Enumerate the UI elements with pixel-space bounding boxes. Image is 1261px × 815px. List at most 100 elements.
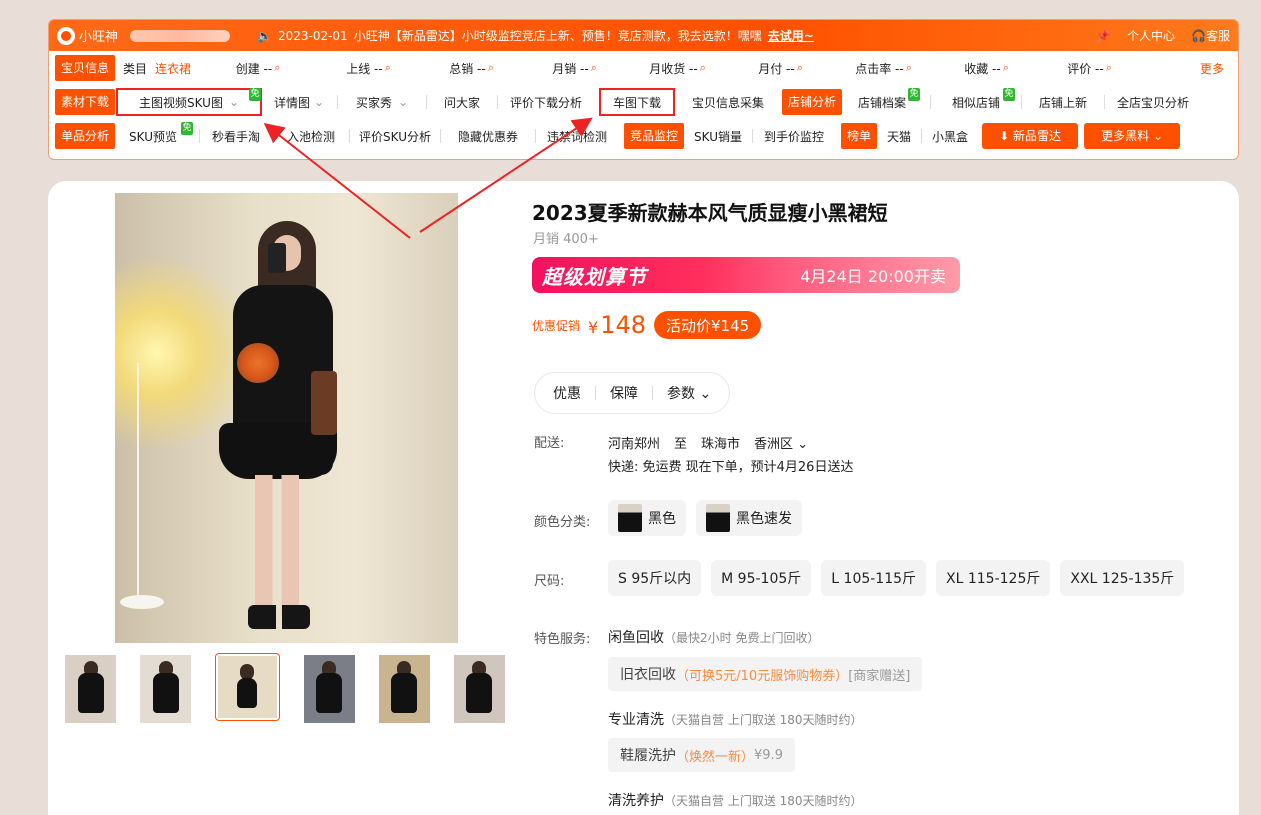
toolbar-row-single: 单品分析 SKU预览免 秒看手淘 入池检测 评价SKU分析 隐藏优惠券 违禁词检… [49,119,1238,153]
customer-service-link[interactable]: 🎧客服 [1191,27,1230,44]
pool-check-link[interactable]: 入池检测 [273,123,349,149]
price-value: ¥148 [588,311,647,339]
stat-online[interactable]: 上线 -- ⌕ [317,55,420,81]
size-option[interactable]: L 105-115斤 [821,560,927,596]
new-product-radar-button[interactable]: ⬇ 新品雷达 [982,123,1079,149]
free-badge: 免 [249,88,262,101]
tab-discount[interactable]: 优惠 [553,383,581,403]
all-items-analysis-link[interactable]: 全店宝贝分析 [1105,89,1201,115]
chevron-down-icon: ⌄ [228,95,240,109]
thumbnail-active[interactable] [215,653,280,721]
plugin-toolbar: 小旺神 🔈 2023-02-01 小旺神【新品雷达】小时级监控竞店上新、预售！竞… [48,19,1239,160]
delivery-to-word: 至 [674,437,688,452]
search-icon: ⌕ [1002,61,1009,74]
personal-center-link[interactable]: 个人中心 [1127,27,1175,44]
thumbnail[interactable] [453,655,506,723]
stat-monthly-paid[interactable]: 月付 -- ⌕ [729,55,832,81]
tab-params[interactable]: 参数 ⌄ [667,383,711,403]
promo-banner-time: 4月24日 20:00开卖 [800,267,946,286]
stat-monthly-sales[interactable]: 月销 -- ⌕ [523,55,626,81]
tmall-rank-link[interactable]: 天猫 [877,123,921,149]
thumbnail[interactable] [140,655,192,723]
size-option[interactable]: S 95斤以内 [608,560,702,596]
chevron-down-icon: ⌄ [313,95,325,109]
delivery-estimate: 快递: 免运费 现在下单，预计4月26日送达 [608,460,854,475]
delivery-label: 配送: [534,436,565,451]
speaker-icon: 🔈 [257,28,272,43]
brand-logo[interactable]: 小旺神 [57,26,257,45]
notice-text: 小旺神【新品雷达】小时级监控竞店上新、预售！竞店测款，我去选款！嘿嘿 [353,29,762,43]
free-badge: 免 [1003,88,1016,101]
service-recycle-title: 闲鱼回收（最快2小时 免费上门回收） [608,630,820,646]
row-label-monitor: 竞品监控 [624,123,685,149]
search-icon: ⌕ [796,61,803,74]
main-product-image[interactable] [115,193,458,643]
more-info-button[interactable]: 更多黑料 ⌄ [1084,123,1181,149]
radar-icon: ⬇ [999,129,1010,143]
size-option[interactable]: XL 115-125斤 [936,560,1051,596]
toolbar-header: 小旺神 🔈 2023-02-01 小旺神【新品雷达】小时级监控竞店上新、预售！竞… [49,20,1238,51]
size-option[interactable]: XXL 125-135斤 [1060,560,1185,596]
search-icon: ⌕ [487,61,494,74]
delivery-info: 河南郑州 至 珠海市 香洲区 ⌄ [608,433,808,452]
sku-sales-link[interactable]: SKU销量 [684,123,752,149]
main-image-video-sku-dropdown[interactable]: 主图视频SKU图 ⌄ 免 [116,88,263,116]
delivery-from: 河南郑州 [608,437,661,452]
banned-words-link[interactable]: 违禁词检测 [536,123,618,149]
chevron-down-icon: ⌄ [699,386,712,402]
thumbnail[interactable] [303,655,355,723]
review-sku-analysis-link[interactable]: 评价SKU分析 [350,123,440,149]
row-label-shop: 店铺分析 [782,89,843,115]
info-tabs: 优惠 保障 参数 ⌄ [534,372,731,414]
delivery-district[interactable]: 香洲区 ⌄ [754,433,808,452]
thumbnail-strip [65,653,506,725]
color-label: 颜色分类: [534,515,591,530]
chevron-down-icon: ⌄ [397,95,409,109]
stat-monthly-received[interactable]: 月收货 -- ⌕ [626,55,729,81]
thumbnail[interactable] [65,655,117,723]
stat-ctr[interactable]: 点击率 -- ⌕ [832,55,935,81]
black-box-link[interactable]: 小黑盒 [922,123,978,149]
service-shoe-care-option[interactable]: 鞋履洗护 （焕然一新） ¥9.9 [608,738,795,772]
stat-total-sales[interactable]: 总销 -- ⌕ [420,55,523,81]
hidden-coupon-link[interactable]: 隐藏优惠券 [441,123,535,149]
shop-new-link[interactable]: 店铺上新 [1022,89,1104,115]
stat-favorites[interactable]: 收藏 -- ⌕ [935,55,1038,81]
stat-reviews[interactable]: 评价 -- ⌕ [1038,55,1141,81]
pin-icon[interactable]: 📌 [1096,29,1111,43]
quick-look-link[interactable]: 秒看手淘 [200,123,272,149]
similar-shops-link[interactable]: 相似店铺免 [931,88,1021,115]
tab-guarantee[interactable]: 保障 [610,383,638,403]
toolbar-row-info: 宝贝信息 类目 连衣裙 创建 -- ⌕ 上线 -- ⌕ 总销 -- ⌕ 月销 -- ⌕ … [49,51,1238,85]
blurred-username [130,29,231,42]
size-option[interactable]: M 95-105斤 [711,560,812,596]
final-price-monitor-link[interactable]: 到手价监控 [753,123,835,149]
free-badge: 免 [908,88,921,101]
detail-image-dropdown[interactable]: 详情图 ⌄ [261,89,337,115]
ask-everyone-link[interactable]: 问大家 [427,89,497,115]
buyer-show-dropdown[interactable]: 买家秀 ⌄ [338,89,426,115]
row-label-download: 素材下载 [55,89,116,115]
car-image-download-link[interactable]: 车图下载 [599,88,676,116]
more-link[interactable]: 更多 [1192,55,1232,81]
thumbnail[interactable] [378,655,430,723]
chevron-down-icon: ⌄ [1152,129,1163,143]
search-icon: ⌕ [905,61,912,74]
item-info-collect-link[interactable]: 宝贝信息采集 [678,89,778,115]
color-option[interactable]: 黑色 [608,500,686,536]
review-download-link[interactable]: 评价下载分析 [498,89,594,115]
promo-banner: 超级划算节 4月24日 20:00开卖 [532,257,960,293]
service-recycle-option[interactable]: 旧衣回收 （可换5元/10元服饰购物券） [商家赠送] [608,657,923,691]
category-value[interactable]: 连衣裙 [155,55,199,81]
color-option[interactable]: 黑色速发 [696,500,802,536]
search-icon: ⌕ [1105,61,1112,74]
sku-preview-link[interactable]: SKU预览免 [115,122,194,149]
notice-link[interactable]: 去试用~ [768,27,814,44]
color-swatch [618,504,642,532]
shop-profile-link[interactable]: 店铺档案免 [846,88,921,115]
delivery-city[interactable]: 珠海市 [701,433,740,452]
stat-created[interactable]: 创建 -- ⌕ [199,55,317,81]
notice-bar: 🔈 2023-02-01 小旺神【新品雷达】小时级监控竞店上新、预售！竞店测款，… [257,27,1096,44]
monthly-sales: 月销 400+ [533,232,599,247]
size-label: 尺码: [534,574,565,589]
